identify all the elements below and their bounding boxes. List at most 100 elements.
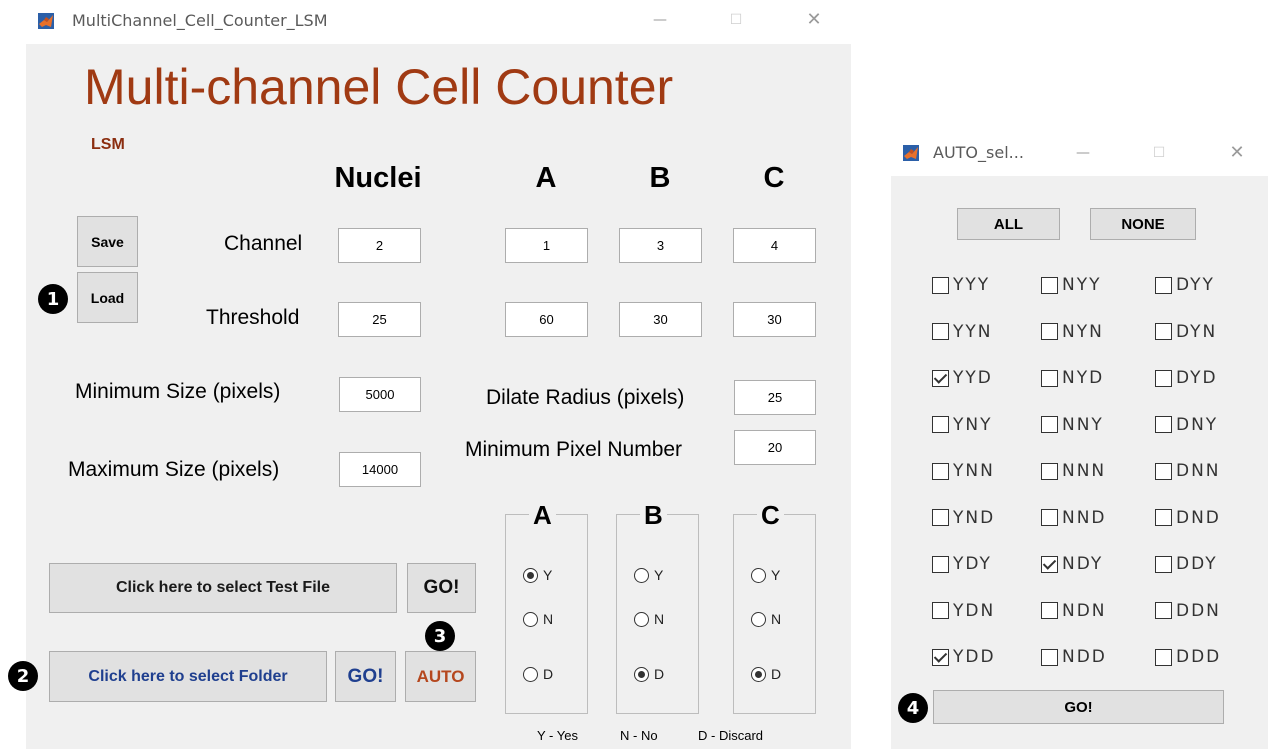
select-test-file-button[interactable]: Click here to select Test File	[49, 563, 397, 613]
checkbox-ddn[interactable]: DDN	[1155, 601, 1221, 621]
checkbox-unchecked-icon	[1155, 602, 1172, 619]
checkbox-ddy[interactable]: DDY	[1155, 554, 1218, 574]
checkbox-yny[interactable]: YNY	[932, 415, 993, 435]
auto-go-button[interactable]: GO!	[933, 690, 1224, 724]
matlab-logo-icon	[903, 145, 919, 161]
channel-c-field[interactable]: 4	[733, 228, 816, 263]
test-file-go-button[interactable]: GO!	[407, 563, 476, 613]
checkbox-nyy[interactable]: NYY	[1041, 275, 1102, 295]
checkbox-ydd[interactable]: YDD	[932, 647, 996, 667]
checkbox-dnn[interactable]: DNN	[1155, 461, 1221, 481]
max-size-field[interactable]: 14000	[339, 452, 421, 487]
channel-a-field[interactable]: 1	[505, 228, 588, 263]
checkbox-yyn[interactable]: YYN	[932, 322, 993, 342]
min-pixel-field[interactable]: 20	[734, 430, 816, 465]
select-none-button[interactable]: NONE	[1090, 208, 1196, 240]
checkbox-dyn[interactable]: DYN	[1155, 322, 1217, 342]
checkbox-unchecked-icon	[932, 555, 949, 573]
checkbox-ynn[interactable]: YNN	[932, 461, 995, 481]
channel-nuclei-field[interactable]: 2	[338, 228, 421, 263]
auto-minimize-button[interactable]: —	[1071, 143, 1095, 163]
checkbox-label: NYY	[1062, 275, 1102, 295]
checkbox-label: YND	[953, 507, 996, 528]
checkbox-unchecked-icon	[932, 509, 949, 526]
radio-group-title-a: A	[529, 502, 556, 528]
checkbox-unchecked-icon	[1041, 276, 1058, 294]
checkbox-nny[interactable]: NNY	[1041, 415, 1104, 435]
checkbox-dny[interactable]: DNY	[1155, 415, 1218, 435]
checkbox-label: NNN	[1062, 461, 1107, 481]
radio-label: Y	[771, 567, 781, 583]
dilate-radius-field[interactable]: 25	[734, 380, 816, 415]
checkbox-unchecked-icon	[1155, 648, 1172, 666]
checkbox-yyd[interactable]: YYD	[932, 368, 993, 388]
load-button[interactable]: Load	[77, 272, 138, 323]
checkbox-ydn[interactable]: YDN	[932, 601, 995, 621]
checkbox-ynd[interactable]: YND	[932, 508, 995, 528]
checkbox-nnd[interactable]: NND	[1041, 508, 1107, 528]
checkbox-nyn[interactable]: NYN	[1041, 322, 1104, 342]
checkbox-nnn[interactable]: NNN	[1041, 461, 1106, 481]
checkbox-ndd[interactable]: NDD	[1041, 647, 1107, 667]
checkbox-dyd[interactable]: DYD	[1155, 368, 1218, 388]
checkbox-checked-icon	[932, 369, 949, 387]
checkbox-label: DDD	[1176, 647, 1222, 667]
radio-b-n[interactable]: N	[634, 611, 664, 627]
auto-button[interactable]: AUTO	[405, 651, 476, 702]
threshold-a-field[interactable]: 60	[505, 302, 588, 337]
save-button[interactable]: Save	[77, 216, 138, 267]
radio-button-icon	[751, 567, 766, 583]
step-badge-4: 4	[898, 693, 928, 723]
checkbox-ndn[interactable]: NDN	[1041, 601, 1107, 621]
min-size-field[interactable]: 5000	[339, 377, 421, 412]
radio-c-d[interactable]: D	[751, 666, 781, 682]
header-c: C	[763, 162, 785, 194]
radio-button-icon	[523, 567, 538, 583]
radio-a-n[interactable]: N	[523, 611, 553, 627]
auto-maximize-button[interactable]: ☐	[1147, 143, 1171, 163]
dilate-radius-label: Dilate Radius (pixels)	[486, 386, 685, 409]
checkbox-label: DND	[1176, 507, 1221, 528]
legend-discard: D - Discard	[698, 728, 764, 743]
radio-a-y[interactable]: Y	[523, 567, 552, 583]
folder-go-button[interactable]: GO!	[335, 651, 396, 702]
radio-a-d[interactable]: D	[523, 666, 553, 682]
radio-button-icon	[634, 567, 649, 583]
checkbox-dyy[interactable]: DYY	[1155, 275, 1215, 295]
threshold-c-field[interactable]: 30	[733, 302, 816, 337]
checkbox-yyy[interactable]: YYY	[932, 275, 990, 295]
radio-label: D	[654, 666, 665, 682]
maximize-button[interactable]: ☐	[724, 10, 748, 30]
auto-close-button[interactable]: ✕	[1225, 143, 1249, 163]
checkbox-label: YNY	[953, 414, 993, 435]
select-folder-button[interactable]: Click here to select Folder	[49, 651, 327, 702]
radio-label: D	[771, 666, 782, 682]
checkbox-label: DNY	[1176, 414, 1219, 435]
close-button[interactable]: ✕	[802, 10, 826, 30]
threshold-b-field[interactable]: 30	[619, 302, 702, 337]
radio-b-d[interactable]: D	[634, 666, 664, 682]
min-pixel-label: Minimum Pixel Number	[465, 438, 683, 461]
checkbox-dnd[interactable]: DND	[1155, 508, 1221, 528]
checkbox-nyd[interactable]: NYD	[1041, 368, 1104, 388]
checkbox-label: YDN	[953, 600, 996, 621]
checkbox-unchecked-icon	[1155, 555, 1172, 573]
radio-c-y[interactable]: Y	[751, 567, 780, 583]
radio-b-y[interactable]: Y	[634, 567, 663, 583]
checkbox-ddd[interactable]: DDD	[1155, 647, 1221, 667]
checkbox-ndy[interactable]: NDY	[1041, 554, 1103, 574]
checkbox-unchecked-icon	[932, 323, 949, 340]
checkbox-ydy[interactable]: YDY	[932, 554, 992, 574]
checkbox-label: NYN	[1062, 321, 1104, 342]
step-badge-1: 1	[38, 284, 68, 314]
auto-window-title: AUTO_sel...	[933, 143, 1024, 162]
radio-c-n[interactable]: N	[751, 611, 781, 627]
radio-button-icon	[751, 666, 766, 682]
threshold-nuclei-field[interactable]: 25	[338, 302, 421, 337]
checkbox-label: YNN	[953, 461, 995, 481]
minimize-button[interactable]: —	[648, 10, 672, 30]
select-all-button[interactable]: ALL	[957, 208, 1060, 240]
step-badge-3: 3	[425, 621, 455, 651]
channel-b-field[interactable]: 3	[619, 228, 702, 263]
checkbox-label: NDY	[1062, 554, 1104, 574]
